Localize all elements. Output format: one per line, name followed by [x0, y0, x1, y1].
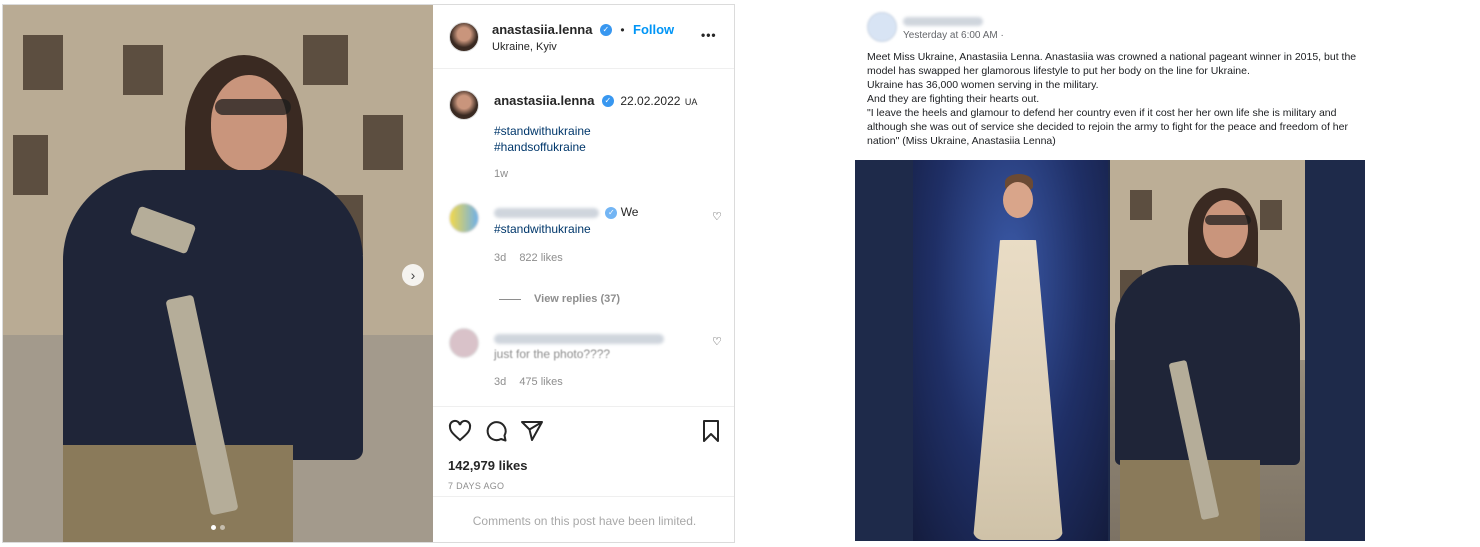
safety-glasses — [1205, 215, 1251, 225]
face — [1003, 182, 1033, 218]
pants — [63, 445, 293, 542]
like-comment-heart-icon[interactable]: ♡ — [712, 335, 722, 348]
separator-dot: • — [620, 23, 625, 37]
building-window — [1260, 200, 1282, 230]
post-age: 7 DAYS AGO — [448, 481, 505, 491]
post-body: Meet Miss Ukraine, Anastasiia Lenna. Ana… — [867, 50, 1357, 148]
building-window — [1130, 190, 1152, 220]
post-sidebar: anastasiia.lenna ✓ • Follow Ukraine, Kyi… — [433, 5, 734, 542]
caption-username[interactable]: anastasiia.lenna — [494, 93, 594, 108]
post-image[interactable] — [855, 160, 1365, 541]
carousel-dot — [220, 525, 225, 530]
instagram-post: › anastasiia.lenna ✓ • Follow Ukraine, K… — [2, 4, 735, 543]
commenter-avatar[interactable] — [449, 328, 479, 358]
comment-likes[interactable]: 822 likes — [519, 252, 562, 264]
post-paragraph: Meet Miss Ukraine, Anastasiia Lenna. Ana… — [867, 51, 1357, 77]
caption-country: UA — [684, 97, 698, 107]
face — [211, 75, 287, 171]
comment-age: 3d — [494, 376, 507, 388]
like-heart-icon[interactable] — [448, 419, 472, 443]
hashtag-link[interactable]: #standwithukraine — [494, 123, 591, 139]
comment-likes[interactable]: 475 likes — [519, 376, 562, 388]
caption-date: 22.02.2022 — [620, 94, 681, 108]
replies-line — [499, 299, 521, 300]
face — [1203, 200, 1248, 258]
post-actions: 142,979 likes 7 DAYS AGO Comments on thi… — [433, 406, 734, 542]
blurred-page-name[interactable] — [903, 13, 983, 31]
verified-badge-icon: ✓ — [605, 206, 618, 219]
safety-glasses — [215, 99, 291, 115]
comment-text: We — [620, 205, 639, 219]
comment-text: just for the photo???? — [494, 347, 611, 361]
building-window — [23, 35, 63, 90]
hashtag-link[interactable]: #handsoffukraine — [494, 139, 591, 155]
evening-gown — [973, 240, 1063, 540]
military-photo — [1110, 160, 1305, 541]
pageant-photo — [913, 160, 1108, 541]
next-photo-button[interactable]: › — [402, 264, 424, 286]
carousel-dots — [211, 525, 225, 530]
post-paragraph: And they are fighting their hearts out. — [867, 93, 1040, 105]
jacket — [1115, 265, 1300, 465]
blurred-comment-text — [494, 333, 664, 344]
comment-age: 3d — [494, 252, 507, 264]
facebook-post: Yesterday at 6:00 AM · Meet Miss Ukraine… — [855, 6, 1365, 541]
building-window — [363, 115, 403, 170]
post-photo[interactable]: › — [3, 5, 433, 542]
hashtag-link[interactable]: #standwithukraine — [494, 221, 591, 237]
avatar[interactable] — [449, 22, 479, 52]
caption-avatar[interactable] — [449, 90, 479, 120]
post-header: anastasiia.lenna ✓ • Follow Ukraine, Kyi… — [433, 5, 734, 69]
location-link[interactable]: Ukraine, Kyiv — [492, 41, 557, 53]
more-options-icon[interactable]: ••• — [701, 28, 717, 42]
post-timestamp[interactable]: Yesterday at 6:00 AM · — [903, 30, 1004, 41]
post-paragraph: Ukraine has 36,000 women serving in the … — [867, 79, 1099, 91]
verified-badge-icon: ✓ — [599, 23, 612, 36]
bookmark-icon[interactable] — [699, 419, 723, 443]
like-comment-heart-icon[interactable]: ♡ — [712, 210, 722, 223]
building-window — [13, 135, 48, 195]
page-avatar[interactable] — [867, 12, 897, 42]
username-link[interactable]: anastasiia.lenna — [492, 22, 592, 37]
building-window — [303, 35, 348, 85]
verified-badge-icon: ✓ — [601, 94, 614, 107]
comment-icon[interactable] — [484, 419, 508, 443]
carousel-dot-active — [211, 525, 216, 530]
pants — [1120, 460, 1260, 541]
commenter-avatar[interactable] — [449, 203, 479, 233]
building-window — [123, 45, 163, 95]
blurred-username — [494, 207, 599, 218]
share-icon[interactable] — [520, 419, 544, 443]
post-paragraph: "I leave the heels and glamour to defend… — [867, 107, 1348, 147]
likes-count[interactable]: 142,979 likes — [448, 458, 528, 473]
view-replies-button[interactable]: View replies (37) — [534, 293, 620, 305]
caption-age: 1w — [494, 168, 509, 180]
follow-button[interactable]: Follow — [633, 22, 674, 37]
comments-limited-notice: Comments on this post have been limited. — [433, 496, 734, 542]
